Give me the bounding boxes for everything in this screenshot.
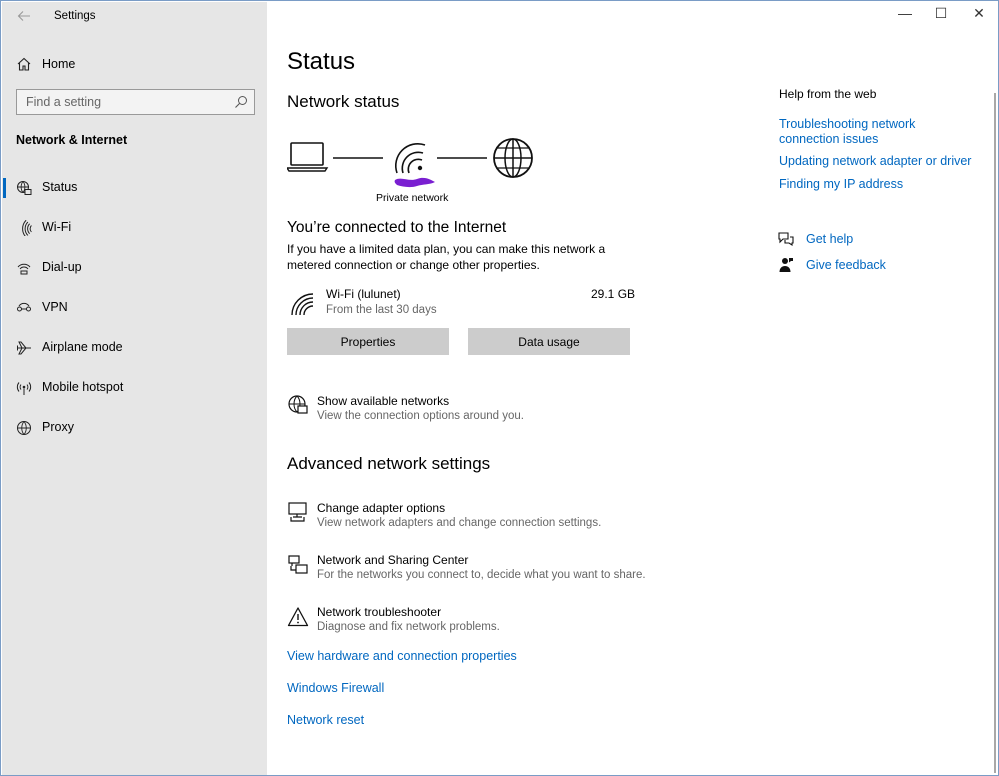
sidebar-item-label: VPN xyxy=(42,300,68,314)
sidebar-item-mobile-hotspot[interactable]: Mobile hotspot xyxy=(2,374,267,402)
sidebar-item-label: Wi-Fi xyxy=(42,220,72,234)
sidebar-item-label: Dial-up xyxy=(42,260,82,274)
wifi-network-name: Wi-Fi (lulunet) xyxy=(326,287,401,301)
sidebar-item-label: Status xyxy=(42,180,78,194)
get-help-icon[interactable] xyxy=(778,231,794,247)
maximize-button[interactable]: ☐ xyxy=(931,5,951,25)
home-icon xyxy=(16,56,32,72)
wifi-icon xyxy=(16,220,32,236)
adapter-icon[interactable] xyxy=(287,501,309,523)
sidebar-item-label: Mobile hotspot xyxy=(42,380,124,394)
data-usage-button[interactable]: Data usage xyxy=(468,328,630,355)
network-reset-link[interactable]: Network reset xyxy=(287,713,364,727)
search-icon[interactable] xyxy=(234,95,248,109)
network-status-heading: Network status xyxy=(287,92,400,111)
wifi-usage-period: From the last 30 days xyxy=(326,304,437,316)
settings-window: Settings Home Find a setting Network & I… xyxy=(0,0,999,776)
hotspot-icon xyxy=(16,380,32,396)
feedback-icon[interactable] xyxy=(778,257,794,273)
redaction-mark xyxy=(394,177,435,188)
sidebar-item-label: Airplane mode xyxy=(42,340,123,354)
section-title: Network & Internet xyxy=(16,133,128,147)
status-globe-icon xyxy=(16,180,32,196)
sidebar: Settings Home Find a setting Network & I… xyxy=(2,2,267,775)
wifi-data-usage: 29.1 GB xyxy=(591,287,636,301)
wifi-signal-icon xyxy=(394,142,426,174)
get-help-link[interactable]: Get help xyxy=(806,232,853,247)
warning-icon[interactable] xyxy=(287,606,309,628)
change-adapter-options-desc: View network adapters and change connect… xyxy=(317,517,602,529)
dialup-icon xyxy=(16,260,32,276)
sharing-center-icon[interactable] xyxy=(287,554,309,576)
back-arrow-icon[interactable] xyxy=(16,8,32,24)
give-feedback-link[interactable]: Give feedback xyxy=(806,258,886,273)
close-button[interactable]: ✕ xyxy=(969,5,989,25)
home-nav-item[interactable]: Home xyxy=(2,52,267,76)
sharing-center-link[interactable]: Network and Sharing Center xyxy=(317,553,468,567)
network-troubleshooter-desc: Diagnose and fix network problems. xyxy=(317,621,500,633)
sidebar-item-label: Proxy xyxy=(42,420,74,434)
change-adapter-options-link[interactable]: Change adapter options xyxy=(317,501,445,515)
sidebar-item-airplane-mode[interactable]: Airplane mode xyxy=(2,334,267,362)
hardware-properties-link[interactable]: View hardware and connection properties xyxy=(287,649,517,663)
help-link-troubleshooting[interactable]: Troubleshooting network connection issue… xyxy=(779,117,979,147)
help-heading: Help from the web xyxy=(779,87,877,101)
sharing-center-desc: For the networks you connect to, decide … xyxy=(317,569,646,581)
minimize-button[interactable]: — xyxy=(895,5,915,25)
advanced-settings-heading: Advanced network settings xyxy=(287,454,491,473)
laptop-icon xyxy=(287,142,329,172)
sidebar-item-status[interactable]: Status xyxy=(2,174,267,202)
show-networks-link[interactable]: Show available networks xyxy=(317,394,449,408)
home-label: Home xyxy=(42,57,76,71)
airplane-icon xyxy=(16,340,32,356)
search-input[interactable]: Find a setting xyxy=(16,89,255,115)
globe-network-icon[interactable] xyxy=(287,394,309,416)
sidebar-item-dialup[interactable]: Dial-up xyxy=(2,254,267,282)
connection-status-heading: You’re connected to the Internet xyxy=(287,219,507,236)
page-title: Status xyxy=(287,48,356,75)
app-title: Settings xyxy=(54,10,96,22)
properties-button[interactable]: Properties xyxy=(287,328,449,355)
help-link-ip-address[interactable]: Finding my IP address xyxy=(779,177,903,192)
sidebar-item-vpn[interactable]: VPN xyxy=(2,294,267,322)
windows-firewall-link[interactable]: Windows Firewall xyxy=(287,681,384,695)
network-troubleshooter-link[interactable]: Network troubleshooter xyxy=(317,605,441,619)
wifi-connection-icon xyxy=(291,293,314,316)
search-placeholder: Find a setting xyxy=(26,95,102,109)
sidebar-item-proxy[interactable]: Proxy xyxy=(2,414,267,442)
vpn-icon xyxy=(16,300,32,316)
show-networks-desc: View the connection options around you. xyxy=(317,410,524,422)
help-link-adapter-driver[interactable]: Updating network adapter or driver xyxy=(779,154,971,169)
internet-globe-icon xyxy=(493,138,533,178)
globe-icon xyxy=(16,420,32,436)
metered-info-text: If you have a limited data plan, you can… xyxy=(287,242,606,272)
scrollbar[interactable] xyxy=(994,93,996,773)
sidebar-item-wifi[interactable]: Wi-Fi xyxy=(2,214,267,242)
network-type-label: Private network xyxy=(376,192,449,204)
